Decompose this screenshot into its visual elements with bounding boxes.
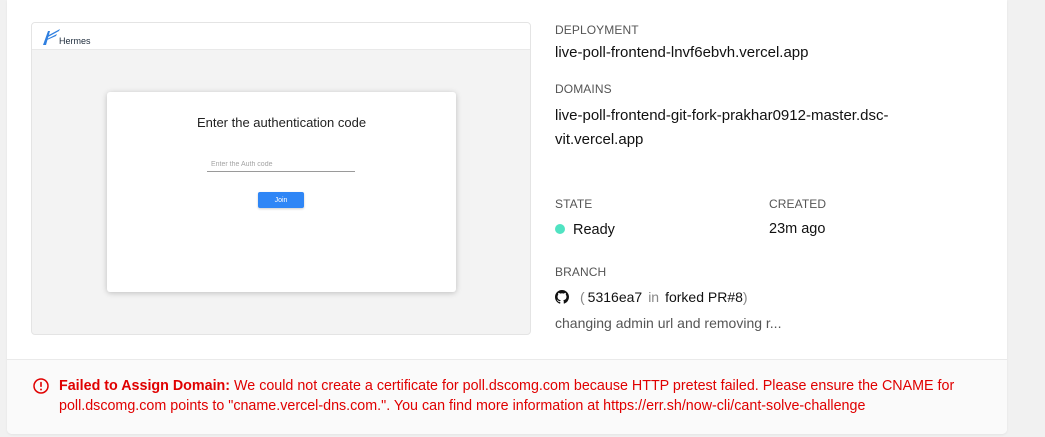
branch-in-text: in [648, 289, 660, 305]
error-message: Failed to Assign Domain: We could not cr… [59, 376, 989, 416]
branch-info: ( 5316ea7 in forked PR#8 ) [555, 289, 748, 305]
error-circle-icon [33, 378, 49, 394]
join-button[interactable]: Join [258, 192, 304, 208]
error-title: Failed to Assign Domain: [59, 378, 231, 394]
forked-pr-link[interactable]: forked PR#8 [665, 289, 743, 305]
paren-open: ( [580, 289, 585, 305]
github-icon [555, 290, 569, 304]
state-value: Ready [555, 222, 615, 238]
state-text: Ready [573, 222, 615, 238]
error-banner: Failed to Assign Domain: We could not cr… [7, 360, 1007, 434]
domain-link[interactable]: live-poll-frontend-git-fork-prakhar0912-… [555, 104, 915, 152]
commit-link[interactable]: 5316ea7 [588, 289, 643, 305]
state-label: STATE [555, 197, 593, 211]
deployment-card: Hermes Enter the authentication code Joi… [7, 0, 1007, 434]
deployment-url-link[interactable]: live-poll-frontend-lnvf6ebvh.vercel.app [555, 44, 808, 61]
paren-close: ) [742, 289, 748, 305]
commit-message: changing admin url and removing r... [555, 315, 782, 331]
status-dot-icon [555, 224, 565, 235]
branch-label: BRANCH [555, 265, 607, 279]
auth-modal-title: Enter the authentication code [196, 115, 367, 130]
preview-brand-name: Hermes [59, 36, 91, 46]
deployment-label: DEPLOYMENT [555, 23, 639, 37]
created-value: 23m ago [769, 221, 826, 237]
preview-app-header: Hermes [32, 23, 530, 50]
domains-label: DOMAINS [555, 82, 612, 96]
created-label: CREATED [769, 197, 827, 211]
auth-code-input[interactable] [207, 158, 355, 172]
deployment-preview[interactable]: Hermes Enter the authentication code Joi… [31, 22, 531, 335]
auth-modal: Enter the authentication code Join [107, 92, 456, 292]
